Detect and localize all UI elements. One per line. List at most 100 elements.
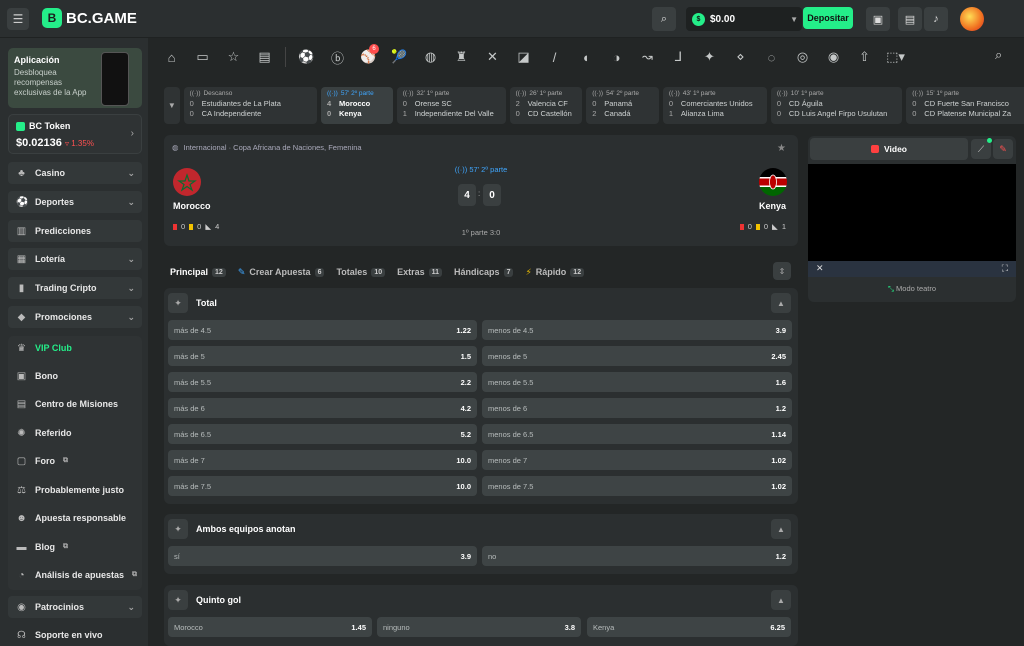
pin-video-button[interactable]: ✎ [993, 139, 1013, 159]
more-sports-icon[interactable]: ⬚▾ [880, 42, 911, 72]
sidebar-item-bonus[interactable]: ▣ Bono [8, 365, 142, 387]
chat-button[interactable]: ▤ [898, 7, 922, 31]
stats-button[interactable]: ⟋ [971, 138, 992, 159]
home-icon[interactable]: ⌂ [156, 42, 187, 72]
live-match-card[interactable]: ((·)) 43' 1º parte 0 Comerciantes Unidos 1… [662, 87, 767, 124]
sidebar-item-sports[interactable]: ⚽ Deportes ⌄ [8, 191, 142, 213]
notifications-button[interactable]: ♪ [924, 7, 948, 31]
odd-button[interactable]: Kenya 6.25 [587, 617, 791, 637]
odd-button[interactable]: menos de 7.5 1.02 [482, 476, 792, 496]
sidebar-item-sponsorships[interactable]: ◉ Patrocinios ⌄ [8, 596, 142, 618]
live-match-card[interactable]: ((·)) 26' 1º parte 2 Valencia CF 0 CD Caste… [509, 87, 583, 124]
live-match-card[interactable]: ((·)) 54' 2º parte 0 Panamá 2 Canadá [586, 87, 659, 124]
betslip-icon[interactable]: ▤ [249, 42, 280, 72]
odd-button[interactable]: no 1.2 [482, 546, 792, 566]
ice-hockey-icon[interactable]: ↝ [632, 42, 663, 72]
mute-icon[interactable]: ✕ [816, 263, 824, 274]
fullscreen-icon[interactable]: ⛶ [1002, 263, 1008, 274]
market-header[interactable]: ✦ Quinto gol [168, 590, 241, 610]
token-card[interactable]: BC Token $0.02136 ▿ 1.35% › [8, 114, 142, 154]
sidebar-item-forum[interactable]: ▢ Foro ⧉ [8, 450, 142, 472]
hockey-icon[interactable]: ⅃ [663, 42, 694, 72]
odd-button[interactable]: más de 6 4.2 [168, 398, 477, 418]
fighting-icon[interactable]: ✦ [694, 42, 725, 72]
search-sports-icon[interactable]: ⌕ [995, 47, 1002, 63]
chevron-up-icon[interactable]: ▲ [771, 519, 791, 539]
app-promo-card[interactable]: Aplicación Desbloquea recompensas exclus… [8, 48, 142, 108]
darts-icon[interactable]: ⇧ [849, 42, 880, 72]
sidebar-item-responsible[interactable]: ☻ Apuesta responsable [8, 507, 142, 529]
live-match-card-selected[interactable]: ((·)) 57' 2º parte 4 Morocco 0 Kenya [321, 87, 393, 124]
odd-button[interactable]: menos de 5.5 1.6 [482, 372, 792, 392]
sidebar-item-referral[interactable]: ✺ Referido [8, 422, 142, 444]
odd-button[interactable]: sí 3.9 [168, 546, 477, 566]
sidebar-item-promotions[interactable]: ◆ Promociones ⌄ [8, 306, 142, 328]
badminton-icon[interactable]: ⋄ [725, 42, 756, 72]
tab-create-bet[interactable]: ✎ Crear Apuesta 6 [238, 267, 325, 278]
live-match-card[interactable]: ((·)) 32' 1º parte 0 Orense SC 1 Independie… [396, 87, 506, 124]
odd-button[interactable]: ninguno 3.8 [377, 617, 581, 637]
efootball-icon[interactable]: ◎ [787, 42, 818, 72]
odd-button[interactable]: Morocco 1.45 [168, 617, 372, 637]
avatar[interactable] [960, 7, 984, 31]
odd-button[interactable]: menos de 6 1.2 [482, 398, 792, 418]
pin-icon[interactable]: ✦ [168, 519, 188, 539]
deposit-button[interactable]: Depositar [803, 7, 853, 29]
odd-button[interactable]: menos de 7 1.02 [482, 450, 792, 470]
multi-sport-icon[interactable]: ⚾ 6 [353, 42, 384, 72]
odd-button[interactable]: menos de 5 2.45 [482, 346, 792, 366]
sidebar-item-vip[interactable]: ♛ VIP Club [8, 337, 142, 359]
live-match-card[interactable]: ((·)) Descanso 0 Estudiantes de La Plata 0… [183, 87, 317, 124]
bc-sports-icon[interactable]: ⓑ [322, 42, 353, 72]
counter-strike-icon[interactable]: ✕ [477, 42, 508, 72]
sidebar-item-blog[interactable]: ▬ Blog ⧉ [8, 536, 142, 558]
wallet-selector[interactable]: $ $0.00 ▼ [686, 7, 802, 31]
tab-handicaps[interactable]: Hándicaps 7 [454, 267, 514, 277]
basketball-icon[interactable]: ◍ [415, 42, 446, 72]
sidebar-item-provably-fair[interactable]: ⚖ Probablemente justo [8, 479, 142, 501]
chevron-up-icon[interactable]: ▲ [771, 293, 791, 313]
odd-button[interactable]: más de 5.5 2.2 [168, 372, 477, 392]
odd-button[interactable]: menos de 6.5 1.14 [482, 424, 792, 444]
sidebar-item-missions[interactable]: ▤ Centro de Misiones [8, 393, 142, 415]
odd-button[interactable]: más de 5 1.5 [168, 346, 477, 366]
cricket-icon[interactable]: / [539, 42, 570, 72]
soccer-icon[interactable]: ⚽ [291, 42, 322, 72]
tab-extras[interactable]: Extras 11 [397, 267, 443, 277]
sidebar-item-support[interactable]: ☊ Soporte en vivo [8, 624, 142, 646]
market-header[interactable]: ✦ Ambos equipos anotan [168, 519, 296, 539]
live-match-card[interactable]: ((·)) 10' 1º parte 0 CD Águila 0 CD Luis An… [770, 87, 903, 124]
live-match-card[interactable]: ((·)) 15' 1º parte 0 CD Fuerte San Francis… [906, 87, 1024, 124]
dota-icon[interactable]: ◪ [508, 42, 539, 72]
table-tennis-icon[interactable]: ◖ [570, 42, 601, 72]
tab-principal[interactable]: Principal 12 [170, 267, 226, 277]
gift-button[interactable]: ▣ [866, 7, 890, 31]
sidebar-item-lottery[interactable]: ▦ Lotería ⌄ [8, 248, 142, 270]
theatre-mode-button[interactable]: ⤡ Modo teatro [808, 284, 1016, 294]
video-screen[interactable] [808, 164, 1016, 261]
tennis-icon[interactable]: 🎾 [384, 42, 415, 72]
odd-button[interactable]: menos de 4.5 3.9 [482, 320, 792, 340]
esports-icon[interactable]: ♜ [446, 42, 477, 72]
odd-button[interactable]: más de 4.5 1.22 [168, 320, 477, 340]
volleyball-icon[interactable]: ◑ [601, 42, 632, 72]
sidebar-item-casino[interactable]: ♣ Casino ⌄ [8, 162, 142, 184]
odd-button[interactable]: más de 7 10.0 [168, 450, 477, 470]
market-header[interactable]: ✦ Total [168, 293, 217, 313]
expand-strip-button[interactable]: ▼ [164, 87, 180, 124]
favorite-star-icon[interactable]: ★ [777, 143, 786, 154]
league-breadcrumb[interactable]: ◍ Internacional · Copa Africana de Nacion… [172, 143, 362, 152]
live-icon[interactable]: ▭ [187, 42, 218, 72]
sidebar-item-trading[interactable]: ▮ Trading Cripto ⌄ [8, 277, 142, 299]
tab-totals[interactable]: Totales 10 [336, 267, 386, 277]
ebasket-icon[interactable]: ◉ [818, 42, 849, 72]
video-tab[interactable]: Video [810, 138, 968, 160]
brand-logo[interactable]: B BC.GAME [42, 8, 137, 28]
odd-button[interactable]: más de 7.5 10.0 [168, 476, 477, 496]
tab-quick[interactable]: ⚡ Rápido 12 [525, 267, 585, 278]
sidebar-item-predictions[interactable]: ▥ Predicciones [8, 220, 142, 242]
fifa-icon[interactable]: ◌ [756, 42, 787, 72]
pin-icon[interactable]: ✦ [168, 590, 188, 610]
favorites-icon[interactable]: ☆ [218, 42, 249, 72]
pin-icon[interactable]: ✦ [168, 293, 188, 313]
